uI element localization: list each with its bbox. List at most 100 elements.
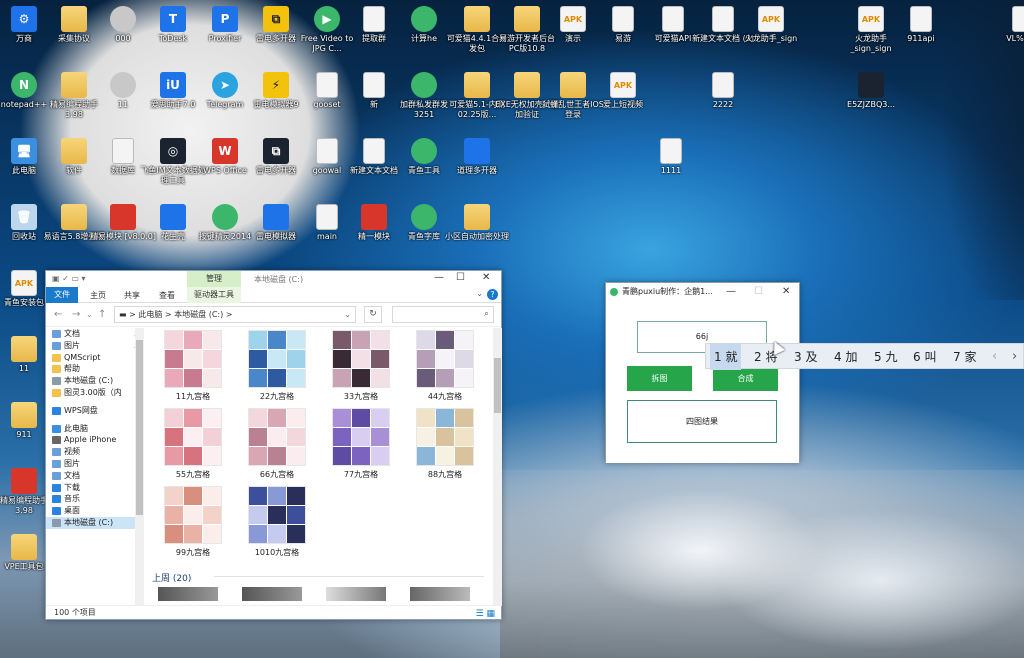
file-item[interactable]: 33九宫格 bbox=[326, 330, 396, 402]
nav-pane-scrollbar[interactable] bbox=[135, 328, 144, 606]
refresh-button[interactable]: ↻ bbox=[364, 306, 382, 323]
sidebar-item[interactable]: 帮助 bbox=[46, 363, 144, 375]
desktop-icon-label: 回收站 bbox=[12, 232, 36, 241]
jiguang-icon bbox=[212, 204, 238, 230]
back-icon[interactable]: ← bbox=[54, 309, 62, 320]
ime-candidate[interactable]: 4 加 bbox=[830, 344, 861, 370]
up-icon[interactable]: ↑ bbox=[98, 309, 106, 320]
group-header[interactable]: 上周 (20) bbox=[152, 571, 191, 584]
address-bar[interactable]: ▬ > 此电脑 > 本地磁盘 (C:) > ⌄ bbox=[114, 306, 356, 323]
file-item[interactable]: 77九宫格 bbox=[326, 408, 396, 480]
ime-prev-icon[interactable]: ‹ bbox=[992, 344, 997, 370]
split-button[interactable]: 拆图 bbox=[627, 366, 692, 391]
sidebar-folder-icon bbox=[52, 388, 61, 397]
desktop-icon-xiaoqu[interactable]: 小区自动加密处理 bbox=[444, 204, 510, 242]
yanshi-icon: APK bbox=[560, 6, 586, 32]
recent-dropdown-icon[interactable]: ⌄ bbox=[86, 310, 93, 319]
qingyu2-icon bbox=[411, 204, 437, 230]
sidebar-item[interactable]: 图片 bbox=[46, 458, 144, 470]
desktop-icon-huolong[interactable]: APK 火龙助手_sign bbox=[738, 6, 804, 44]
xin-icon bbox=[363, 72, 385, 98]
address-dropdown-icon[interactable]: ⌄ bbox=[344, 307, 351, 322]
file-item[interactable]: 22九宫格 bbox=[242, 330, 312, 402]
sidebar-item[interactable]: 图灵3.00版（内 bbox=[46, 387, 144, 399]
view-toggle-icon[interactable]: ☰ ▦ bbox=[476, 607, 495, 621]
image-thumbnail bbox=[164, 408, 222, 466]
sidebar-item[interactable]: Apple iPhone bbox=[46, 434, 144, 446]
close-icon[interactable]: ✕ bbox=[482, 272, 490, 283]
desktop-icon-n2222[interactable]: 2222 bbox=[690, 72, 756, 110]
desktop-icon-one111[interactable]: 1111 bbox=[638, 138, 704, 176]
ime-next-icon[interactable]: › bbox=[1012, 344, 1017, 370]
help-icon[interactable]: ? bbox=[487, 289, 498, 300]
file-item[interactable]: 88九宫格 bbox=[410, 408, 480, 480]
forward-icon[interactable]: → bbox=[72, 309, 80, 320]
tab-drive-tools[interactable]: 驱动器工具 bbox=[187, 287, 241, 303]
maximize-icon[interactable]: ☐ bbox=[754, 283, 763, 301]
sidebar-item[interactable]: 本地磁盘 (C:) bbox=[46, 516, 144, 529]
desktop-icon-label: 雷电模拟器9 bbox=[253, 100, 299, 109]
file-thumbnail-partial[interactable] bbox=[158, 587, 218, 601]
maximize-icon[interactable]: ☐ bbox=[456, 272, 465, 283]
sidebar-item[interactable]: 下载 bbox=[46, 482, 144, 494]
sidebar-item[interactable]: 此电脑 bbox=[46, 423, 144, 435]
sidebar-item[interactable]: 文档 bbox=[46, 470, 144, 482]
sidebar-item[interactable]: 桌面 bbox=[46, 505, 144, 517]
ime-candidate[interactable]: 1 就 bbox=[710, 344, 742, 370]
file-item[interactable]: 11九宫格 bbox=[158, 330, 228, 402]
minimize-icon[interactable]: — bbox=[726, 283, 736, 301]
sidebar-item[interactable]: 本地磁盘 (C:) bbox=[46, 375, 144, 387]
sidebar-item[interactable]: 图片📌 bbox=[46, 340, 144, 352]
breadcrumb-c-drive[interactable]: 本地磁盘 (C:) bbox=[174, 310, 223, 319]
file-item[interactable]: 99九宫格 bbox=[158, 486, 228, 558]
e5z-icon bbox=[858, 72, 884, 98]
tab-share[interactable]: 共享 bbox=[124, 290, 140, 301]
search-input[interactable]: ⌕ bbox=[392, 306, 494, 323]
close-icon[interactable]: ✕ bbox=[782, 283, 790, 301]
breadcrumb-this-pc[interactable]: 此电脑 bbox=[138, 310, 162, 319]
window-title: 本地磁盘 (C:) bbox=[254, 275, 304, 284]
sidebar-item-label: 本地磁盘 (C:) bbox=[64, 376, 114, 386]
desktop-icon-label: 此电脑 bbox=[12, 166, 36, 175]
sidebar-item[interactable]: QMScript bbox=[46, 352, 144, 364]
desktop-icon-daoyou[interactable]: 道理多开器 bbox=[444, 138, 510, 176]
file-item[interactable]: 1010九宫格 bbox=[242, 486, 312, 558]
desktop-icon-label: 花生壳 bbox=[161, 232, 185, 241]
wanzhou-icon: ⚙ bbox=[11, 6, 37, 32]
ime-candidate[interactable]: 5 九 bbox=[870, 344, 901, 370]
file-explorer-window: ▣ ✓ ▭ ▾ 管理 本地磁盘 (C:) — ☐ ✕ 文件 主页 共享 查看 驱… bbox=[45, 270, 502, 620]
image-thumbnail bbox=[332, 408, 390, 466]
desktop-icon-911api[interactable]: 911api bbox=[888, 6, 954, 44]
quick-access-toolbar[interactable]: ▣ ✓ ▭ ▾ bbox=[52, 274, 85, 283]
file-item[interactable]: 55九宫格 bbox=[158, 408, 228, 480]
sidebar-item[interactable]: 视频 bbox=[46, 446, 144, 458]
ime-candidate[interactable]: 3 及 bbox=[790, 344, 821, 370]
file-thumbnail-partial[interactable] bbox=[326, 587, 386, 601]
ribbon-expand-icon[interactable]: ⌄ bbox=[476, 289, 483, 298]
app-titlebar: 青鹏puxiu制作：企鹅1... — ☐ ✕ bbox=[606, 283, 799, 301]
file-list-scrollbar[interactable] bbox=[493, 328, 502, 606]
desktop-icon-aishang[interactable]: APK 爱上短视频 bbox=[590, 72, 656, 110]
eleven2-icon bbox=[11, 336, 37, 362]
tab-view[interactable]: 查看 bbox=[159, 290, 175, 301]
file-thumbnail-partial[interactable] bbox=[410, 587, 470, 601]
result-box[interactable]: 四图结果 bbox=[627, 400, 777, 443]
sidebar-folder-icon bbox=[52, 459, 61, 468]
desktop-icon-vl91[interactable]: VL%5F... bbox=[990, 6, 1024, 44]
tab-file[interactable]: 文件 bbox=[46, 287, 78, 303]
tab-home[interactable]: 主页 bbox=[90, 290, 106, 301]
minimize-icon[interactable]: — bbox=[434, 272, 444, 283]
file-thumbnail-partial[interactable] bbox=[242, 587, 302, 601]
file-item[interactable]: 44九宫格 bbox=[410, 330, 480, 402]
file-item[interactable]: 66九宫格 bbox=[242, 408, 312, 480]
ime-candidate[interactable]: 6 叫 bbox=[909, 344, 940, 370]
ime-candidate[interactable]: 7 家 bbox=[949, 344, 980, 370]
tab-manage[interactable]: 管理 bbox=[187, 271, 241, 287]
desktop-icon-label: 雷电多开器 bbox=[256, 34, 296, 43]
sidebar-item[interactable]: 文档📌 bbox=[46, 328, 144, 340]
desktop-icon-e5z[interactable]: E5ZJZBQ3... bbox=[838, 72, 904, 110]
sidebar-item-label: 帮助 bbox=[64, 364, 80, 374]
sidebar-item[interactable]: 音乐 bbox=[46, 493, 144, 505]
sidebar-item[interactable]: WPS网盘 bbox=[46, 405, 144, 417]
yiyou-helper2-icon bbox=[11, 468, 37, 494]
